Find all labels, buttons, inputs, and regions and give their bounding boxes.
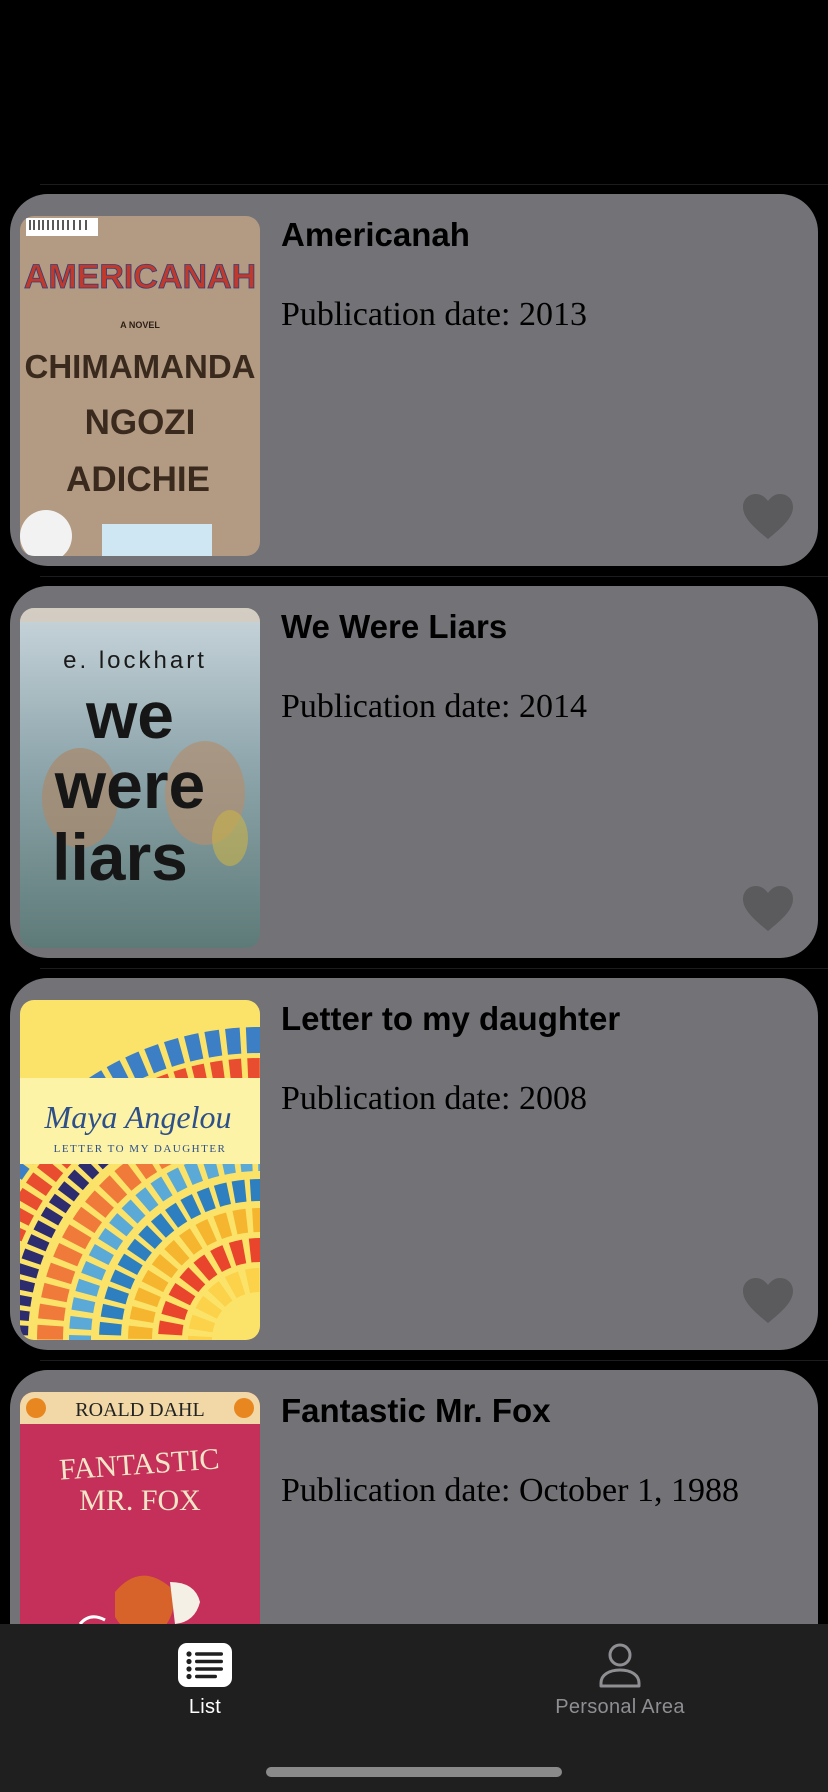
cover-text: MR. FOX xyxy=(79,1484,201,1517)
book-cover-image: Maya Angelou LETTER TO MY DAUGHTER xyxy=(20,1000,260,1340)
row-separator xyxy=(40,968,828,969)
tab-personal-area[interactable]: Personal Area xyxy=(520,1642,720,1719)
heart-icon[interactable] xyxy=(742,1278,794,1324)
row-separator xyxy=(40,576,828,577)
tab-label: List xyxy=(188,1696,222,1718)
book-title: Letter to my daughter xyxy=(281,1000,621,1037)
book-card[interactable]: AMERICANAH A NOVEL CHIMAMANDA NGOZI ADIC… xyxy=(10,194,818,566)
publication-date: Publication date: 2008 xyxy=(281,1080,587,1117)
app-screen: AMERICANAH A NOVEL CHIMAMANDA NGOZI ADIC… xyxy=(0,0,828,1792)
book-title: Americanah xyxy=(281,216,470,253)
cover-text: were xyxy=(54,748,205,822)
cover-text: LETTER TO MY DAUGHTER xyxy=(54,1143,227,1155)
book-card[interactable]: Maya Angelou LETTER TO MY DAUGHTER Lette… xyxy=(10,978,818,1350)
home-indicator[interactable] xyxy=(266,1767,562,1777)
cover-text: ROALD DAHL xyxy=(75,1399,204,1421)
cover-text: AMERICANAH xyxy=(24,258,256,296)
book-cover-image: e. lockhart we were liars xyxy=(20,608,260,948)
book-cover-image: AMERICANAH A NOVEL CHIMAMANDA NGOZI ADIC… xyxy=(20,216,260,556)
cover-text: Maya Angelou xyxy=(44,1099,232,1135)
book-title: Fantastic Mr. Fox xyxy=(281,1392,551,1429)
tab-list[interactable]: List xyxy=(105,1642,305,1719)
person-icon xyxy=(599,1643,641,1688)
cover-text: ADICHIE xyxy=(66,460,210,499)
heart-icon[interactable] xyxy=(742,494,794,540)
row-separator xyxy=(40,1360,828,1361)
book-card[interactable]: e. lockhart we were liars We Were Liars … xyxy=(10,586,818,958)
book-title: We Were Liars xyxy=(281,608,508,645)
tab-label: Personal Area xyxy=(555,1696,685,1718)
cover-text: NGOZI xyxy=(85,403,196,442)
cover-text: A NOVEL xyxy=(120,320,160,330)
cover-text: we xyxy=(85,678,174,752)
cover-text: CHIMAMANDA xyxy=(25,348,256,385)
cover-text: liars xyxy=(52,820,188,894)
row-separator xyxy=(40,184,828,185)
list-icon xyxy=(178,1643,232,1687)
publication-date: Publication date: October 1, 1988 xyxy=(281,1472,739,1509)
cover-text: e. lockhart xyxy=(63,647,207,674)
publication-date: Publication date: 2014 xyxy=(281,688,587,725)
heart-icon[interactable] xyxy=(742,886,794,932)
publication-date: Publication date: 2013 xyxy=(281,296,587,333)
